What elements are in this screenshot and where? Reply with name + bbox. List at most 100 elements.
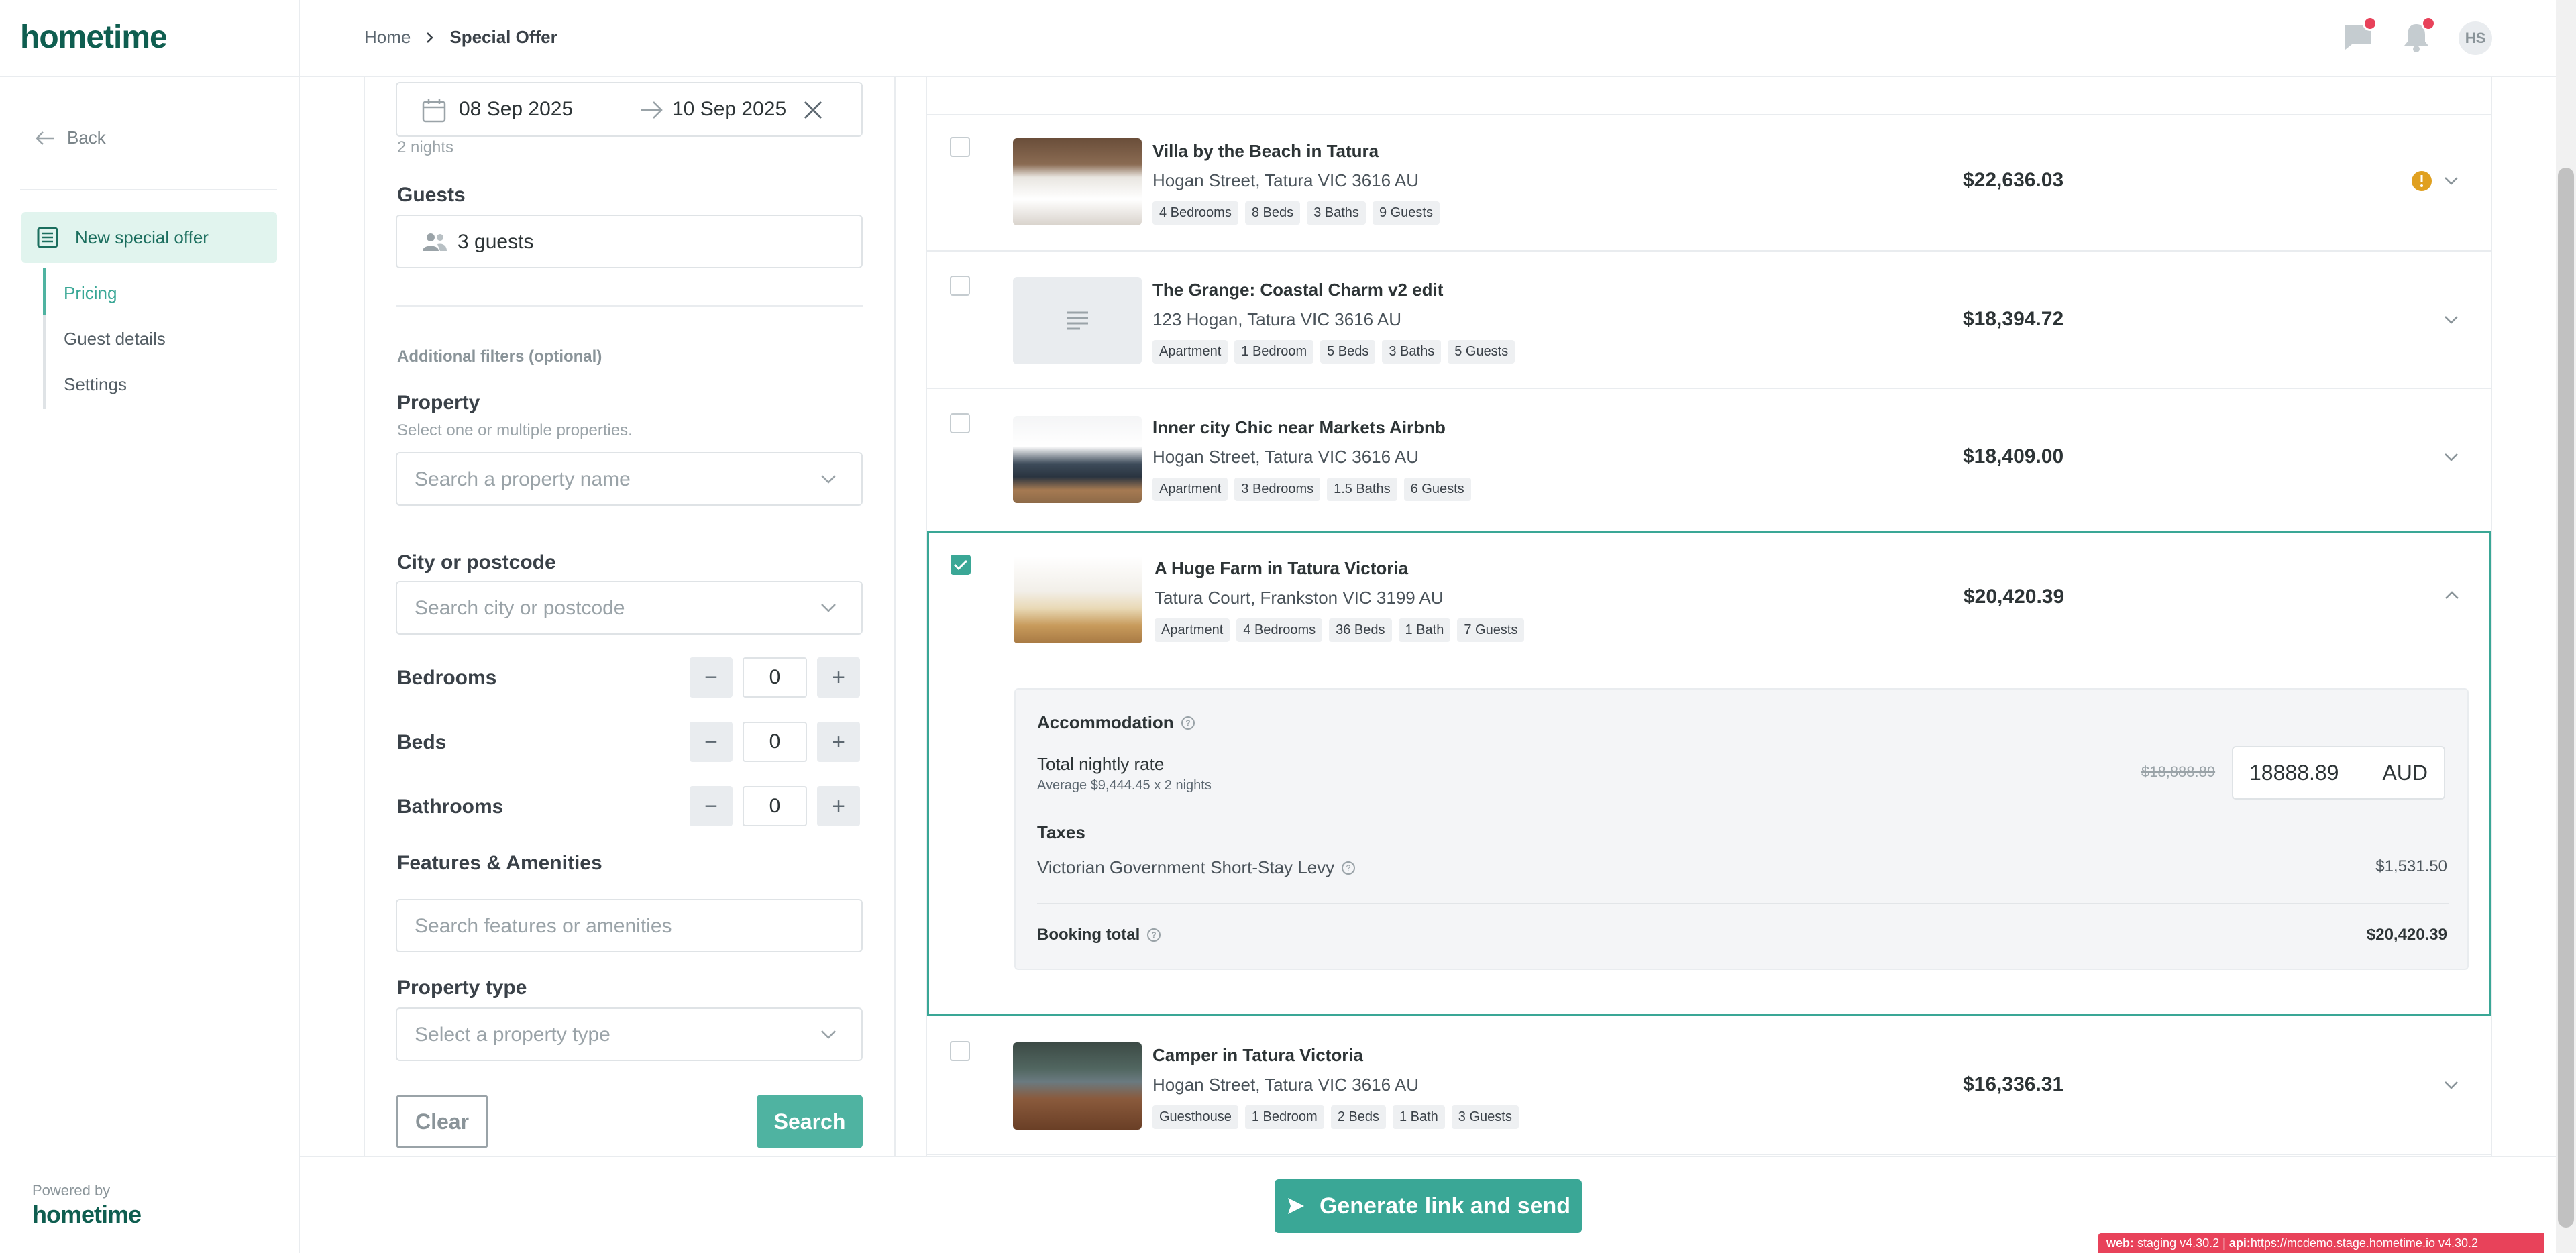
tag: Apartment: [1152, 340, 1228, 364]
row-divider: [926, 1154, 2492, 1155]
subnav-pricing[interactable]: Pricing: [64, 283, 117, 304]
tag: 2 Beds: [1330, 1105, 1386, 1129]
notifications-button[interactable]: [2400, 16, 2436, 54]
breadcrumb-home[interactable]: Home: [364, 27, 411, 48]
env-api: https://mcdemo.stage.hometime.io v4.30.2: [2250, 1236, 2478, 1250]
property-tags: Apartment 3 Bedrooms 1.5 Baths 6 Guests: [1152, 478, 1471, 501]
nightly-rate-input[interactable]: 18888.89 AUD: [2232, 746, 2445, 800]
nights-count: 2 nights: [397, 138, 454, 156]
property-row[interactable]: Inner city Chic near Markets Airbnb Hoga…: [927, 389, 2491, 530]
notification-dot: [2363, 16, 2377, 31]
search-button[interactable]: Search: [757, 1095, 863, 1148]
city-select[interactable]: Search city or postcode: [396, 581, 863, 635]
property-select[interactable]: Search a property name: [396, 452, 863, 506]
guests-label: Guests: [397, 184, 466, 206]
chevron-up-icon[interactable]: [2444, 587, 2460, 603]
booking-total-row: Booking total ?: [1037, 926, 1161, 944]
features-input[interactable]: Search features or amenities: [396, 899, 863, 952]
subnav-settings[interactable]: Settings: [64, 374, 127, 395]
bathrooms-decrement[interactable]: −: [690, 786, 733, 826]
bedrooms-decrement[interactable]: −: [690, 657, 733, 698]
property-row[interactable]: Villa by the Beach in Tatura Hogan Stree…: [927, 115, 2491, 250]
bedrooms-value[interactable]: 0: [743, 657, 807, 698]
chevron-down-icon[interactable]: [2443, 173, 2459, 189]
city-placeholder: Search city or postcode: [415, 597, 625, 619]
svg-text:?: ?: [1152, 930, 1157, 940]
property-checkbox[interactable]: [950, 137, 970, 157]
environment-badge: web: staging v4.30.2 | api: https://mcdem…: [2098, 1233, 2544, 1253]
help-icon[interactable]: ?: [1146, 928, 1161, 942]
arrow-right-icon: [641, 101, 663, 119]
guests-input[interactable]: 3 guests: [396, 215, 863, 268]
property-price: $16,336.31: [1963, 1073, 2064, 1095]
results-right-border: [2491, 76, 2492, 1156]
tag: 1.5 Baths: [1327, 478, 1397, 501]
property-row[interactable]: The Grange: Coastal Charm v2 edit 123 Ho…: [927, 252, 2491, 387]
property-name[interactable]: The Grange: Coastal Charm v2 edit: [1152, 280, 1443, 301]
property-row[interactable]: Camper in Tatura Victoria Hogan Street, …: [927, 1017, 2491, 1154]
beds-increment[interactable]: +: [817, 722, 860, 762]
property-type-select[interactable]: Select a property type: [396, 1007, 863, 1061]
property-checkbox-checked[interactable]: [951, 555, 971, 575]
detail-divider: [1037, 903, 2449, 904]
avatar[interactable]: HS: [2459, 21, 2492, 55]
nav-new-special-offer[interactable]: New special offer: [21, 212, 277, 263]
help-icon[interactable]: ?: [1181, 716, 1195, 730]
env-web-label: web:: [2106, 1236, 2135, 1250]
scrollbar-thumb[interactable]: [2558, 168, 2574, 1228]
property-price: $18,394.72: [1963, 308, 2064, 330]
breadcrumb-current: Special Offer: [449, 27, 557, 47]
levy-row: Victorian Government Short-Stay Levy ?: [1037, 857, 1356, 878]
check-in-value: 08 Sep 2025: [459, 98, 574, 120]
tag: 1 Bedroom: [1234, 340, 1314, 364]
chevron-right-icon: [427, 32, 434, 43]
form-left-border: [364, 76, 365, 1156]
date-range-input[interactable]: 08 Sep 2025 10 Sep 2025: [396, 82, 863, 137]
close-icon[interactable]: [802, 99, 824, 121]
property-name[interactable]: A Huge Farm in Tatura Victoria: [1155, 558, 1408, 579]
property-checkbox[interactable]: [950, 413, 970, 433]
clear-button[interactable]: Clear: [396, 1095, 488, 1148]
back-link[interactable]: Back: [35, 127, 106, 148]
tag: 1 Bedroom: [1244, 1105, 1324, 1129]
property-thumbnail: [1013, 1042, 1142, 1130]
chevron-down-icon: [821, 604, 836, 612]
arrow-left-icon: [36, 131, 54, 145]
bathrooms-label: Bathrooms: [397, 796, 504, 818]
beds-value[interactable]: 0: [743, 722, 807, 762]
property-checkbox[interactable]: [950, 1041, 970, 1061]
property-checkbox[interactable]: [950, 276, 970, 296]
tag: 9 Guests: [1372, 201, 1440, 225]
beds-decrement[interactable]: −: [690, 722, 733, 762]
taxes-heading: Taxes: [1037, 822, 1085, 842]
tag: 1 Bath: [1398, 618, 1451, 642]
tag: 3 Guests: [1451, 1105, 1519, 1129]
bathrooms-value[interactable]: 0: [743, 786, 807, 826]
tag: Apartment: [1155, 618, 1230, 642]
bedrooms-stepper: − 0 +: [690, 657, 860, 698]
accommodation-label: Accommodation: [1037, 712, 1174, 732]
help-icon[interactable]: ?: [1341, 861, 1356, 875]
env-api-label: api:: [2229, 1236, 2251, 1250]
warning-icon: [2412, 171, 2432, 191]
subnav-guest-details[interactable]: Guest details: [64, 329, 166, 349]
property-name[interactable]: Inner city Chic near Markets Airbnb: [1152, 417, 1446, 438]
footer-divider: [300, 1156, 2556, 1157]
hometime-logo[interactable]: hometime: [20, 19, 168, 56]
property-name[interactable]: Camper in Tatura Victoria: [1152, 1045, 1363, 1066]
generate-link-label: Generate link and send: [1319, 1193, 1571, 1219]
generate-link-button[interactable]: Generate link and send: [1275, 1179, 1582, 1233]
powered-by-label: Powered by: [32, 1182, 111, 1199]
bedrooms-increment[interactable]: +: [817, 657, 860, 698]
chevron-down-icon[interactable]: [2443, 449, 2459, 466]
property-address: 123 Hogan, Tatura VIC 3616 AU: [1152, 309, 1401, 329]
property-name[interactable]: Villa by the Beach in Tatura: [1152, 141, 1379, 162]
chevron-down-icon[interactable]: [2443, 1077, 2459, 1093]
env-web: staging v4.30.2 |: [2137, 1236, 2226, 1250]
bathrooms-stepper: − 0 +: [690, 786, 860, 826]
bathrooms-increment[interactable]: +: [817, 786, 860, 826]
property-price: $20,420.39: [1964, 586, 2065, 608]
list-icon: [37, 227, 58, 248]
messages-button[interactable]: [2341, 16, 2377, 54]
chevron-down-icon[interactable]: [2443, 312, 2459, 328]
